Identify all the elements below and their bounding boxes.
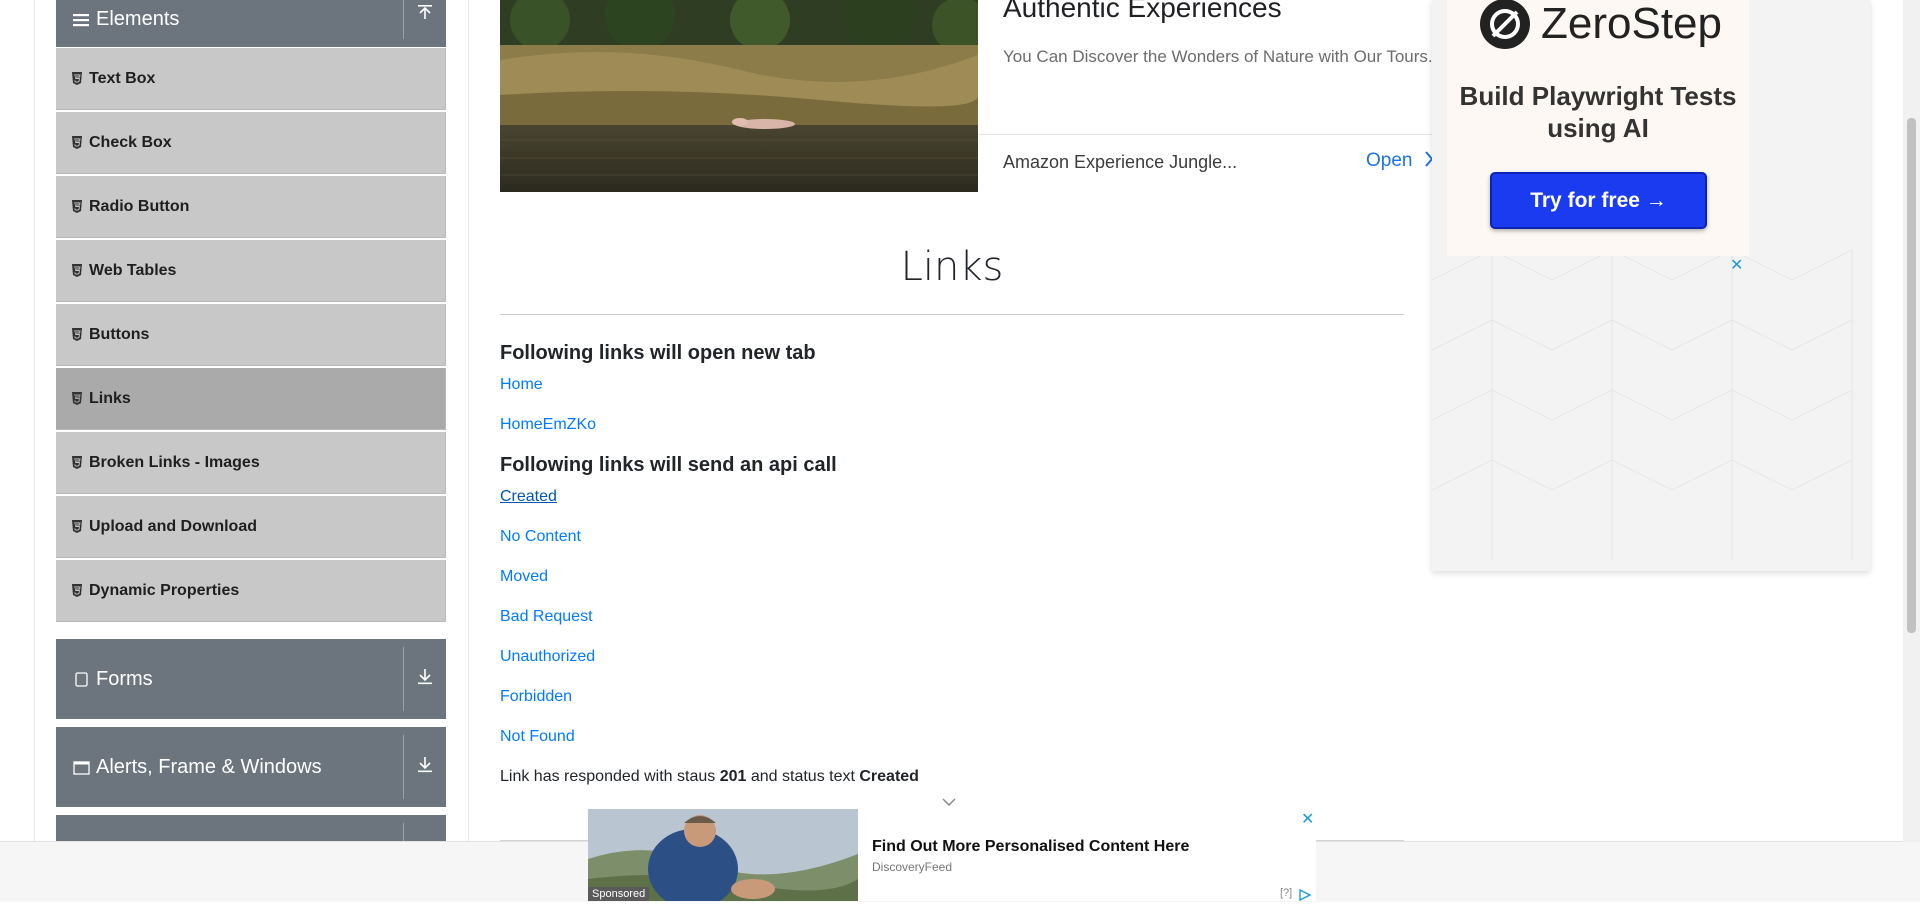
link-not-found[interactable]: Not Found [500, 728, 575, 746]
link-home-dynamic[interactable]: HomeEmZKo [500, 416, 596, 434]
expand-toggle[interactable] [403, 735, 446, 799]
elements-menu: Text Box Check Box Radio Button Web Tabl… [56, 48, 446, 624]
html5-icon [71, 392, 83, 405]
hamburger-icon [72, 13, 90, 27]
bottom-ad-banner[interactable]: Sponsored Find Out More Personalised Con… [588, 809, 1316, 902]
sidebar-item-web-tables[interactable]: Web Tables [56, 240, 446, 302]
sidebar-item-label: Web Tables [89, 261, 177, 279]
sidebar-divider [468, 0, 469, 842]
sidebar-item-label: Buttons [89, 325, 150, 343]
ad-open-link[interactable]: Open [1366, 150, 1412, 172]
response-prefix: Link has responded with staus [500, 768, 716, 785]
page-title: Links [900, 244, 1004, 290]
elements-group-header[interactable]: Elements [56, 0, 446, 47]
sidebar-item-links[interactable]: Links [56, 368, 446, 430]
sidebar-item-radio-button[interactable]: Radio Button [56, 176, 446, 238]
link-home[interactable]: Home [500, 376, 543, 394]
ad-nature-photo [500, 0, 978, 192]
title-divider [500, 314, 1404, 315]
sidebar-item-label: Check Box [89, 133, 172, 151]
link-unauthorized[interactable]: Unauthorized [500, 648, 595, 666]
close-icon[interactable]: ✕ [1301, 809, 1314, 829]
html5-icon [71, 456, 83, 469]
right-ad-banner[interactable]: ZeroStep Build Playwright Tests using AI… [1432, 0, 1870, 571]
window-icon [72, 760, 90, 775]
download-arrow-icon [417, 667, 433, 691]
ad-divider [978, 134, 1440, 135]
ad-hiker-photo: Sponsored [588, 809, 858, 901]
alerts-group-header[interactable]: Alerts, Frame & Windows [56, 727, 446, 807]
sidebar-item-label: Text Box [89, 69, 156, 87]
response-middle: and status text [750, 768, 855, 785]
ad-info-label[interactable]: [?] [1280, 887, 1292, 899]
response-status-text: Created [859, 768, 919, 785]
link-moved[interactable]: Moved [500, 568, 548, 586]
sidebar-item-upload-download[interactable]: Upload and Download [56, 496, 446, 558]
html5-icon [71, 72, 83, 85]
brand-name: ZeroStep [1541, 0, 1722, 48]
sidebar-item-buttons[interactable]: Buttons [56, 304, 446, 366]
zerostep-mark-icon [1480, 0, 1530, 49]
adchoices-icon[interactable] [1298, 888, 1312, 906]
close-icon[interactable]: ✕ [1730, 255, 1743, 275]
html5-icon [71, 584, 83, 597]
bottom-ad-source: DiscoveryFeed [872, 860, 953, 874]
ad-card: ZeroStep Build Playwright Tests using AI… [1447, 0, 1749, 256]
response-code: 201 [719, 768, 747, 785]
elements-group-label: Elements [96, 8, 180, 30]
sidebar-item-label: Upload and Download [89, 517, 257, 535]
ad-store-name: Amazon Experience Jungle... [1003, 152, 1238, 172]
section-heading-api: Following links will send an api call [500, 454, 837, 476]
sidebar-item-label: Radio Button [89, 197, 190, 215]
download-arrow-icon [417, 755, 433, 779]
zerostep-logo: ZeroStep [1479, 0, 1722, 50]
scrollbar-thumb[interactable] [1907, 118, 1916, 633]
vertical-scrollbar[interactable] [1903, 0, 1920, 842]
try-free-button[interactable]: Try for free → [1490, 172, 1707, 229]
top-ad-banner[interactable]: Authentic Experiences You Can Discover t… [500, 0, 1440, 192]
html5-icon [71, 264, 83, 277]
upload-arrow-icon [417, 4, 433, 28]
forms-group-header[interactable]: Forms [56, 639, 446, 719]
html5-icon [71, 328, 83, 341]
collapse-toggle[interactable] [403, 0, 446, 39]
link-forbidden[interactable]: Forbidden [500, 688, 572, 706]
ad-description: You Can Discover the Wonders of Nature w… [1003, 47, 1433, 66]
forms-group-label: Forms [96, 667, 153, 690]
html5-icon [71, 520, 83, 533]
expand-toggle[interactable] [403, 647, 446, 711]
alerts-group-label: Alerts, Frame & Windows [96, 755, 322, 778]
html5-icon [71, 200, 83, 213]
ad-tagline: Build Playwright Tests using AI [1459, 81, 1737, 143]
html5-icon [71, 136, 83, 149]
ad-title: Authentic Experiences [1003, 0, 1282, 23]
left-gutter [0, 0, 35, 842]
bottom-ad-title: Find Out More Personalised Content Here [872, 838, 1190, 855]
link-bad-request[interactable]: Bad Request [500, 608, 593, 626]
sidebar-item-text-box[interactable]: Text Box [56, 48, 446, 110]
link-created[interactable]: Created [500, 488, 557, 506]
sidebar-item-label: Broken Links - Images [89, 453, 260, 471]
sidebar-item-check-box[interactable]: Check Box [56, 112, 446, 174]
link-response: Link has responded with staus 201 and st… [500, 768, 919, 786]
sidebar-item-dynamic-properties[interactable]: Dynamic Properties [56, 560, 446, 622]
sidebar-item-label: Dynamic Properties [89, 581, 240, 599]
sidebar-item-broken-links[interactable]: Broken Links - Images [56, 432, 446, 494]
form-icon [72, 671, 90, 687]
sponsored-badge: Sponsored [588, 887, 650, 901]
link-no-content[interactable]: No Content [500, 528, 581, 546]
sidebar-item-label: Links [89, 389, 131, 407]
section-heading-new-tab: Following links will open new tab [500, 342, 816, 364]
